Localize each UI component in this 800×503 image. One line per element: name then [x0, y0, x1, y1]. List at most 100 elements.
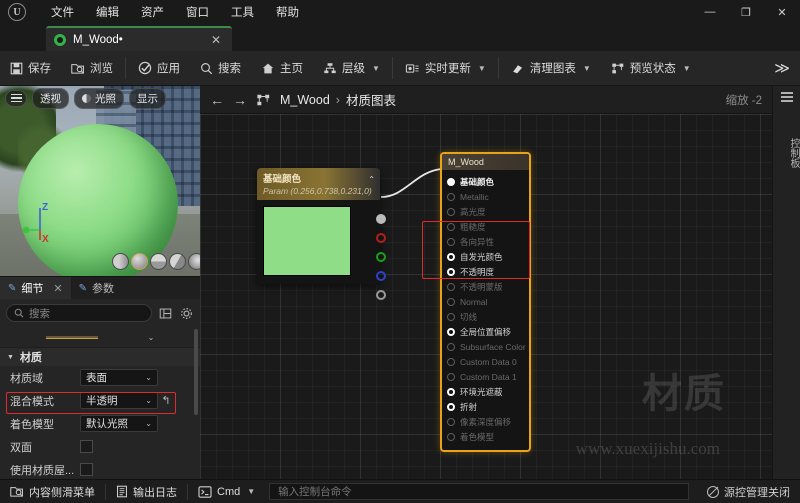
menu-item-window[interactable]: 窗口 — [175, 1, 220, 23]
blend-mode-combo[interactable]: 半透明 ⌄ — [80, 392, 158, 409]
toolbar-save-button[interactable]: 保存 — [0, 51, 61, 86]
material-pin-subsurface-color[interactable]: Subsurface Color — [442, 339, 529, 354]
lit-icon — [82, 93, 91, 103]
toolbar-overflow-button[interactable]: ≫ — [764, 59, 800, 77]
material-preview-viewport[interactable]: Z X 透视 光照 显示 — [0, 86, 200, 276]
menu-item-edit[interactable]: 编辑 — [85, 1, 130, 23]
content-drawer-button[interactable]: 内容侧滑菜单 — [0, 480, 105, 503]
details-section-material[interactable]: ▼ 材质 — [0, 347, 200, 366]
viewport-lit-button[interactable]: 光照 — [74, 87, 124, 109]
pin-rgba[interactable] — [376, 214, 386, 224]
menu-item-tools[interactable]: 工具 — [220, 1, 265, 23]
details-scrollbar[interactable] — [194, 329, 198, 415]
toolbar-clean-graph-button[interactable]: 清理图表 ▼ — [501, 51, 601, 86]
material-pin-emissive-color[interactable]: 自发光颜色 — [442, 249, 529, 264]
material-pin-tangent[interactable]: 切线 — [442, 309, 529, 324]
pin-dot-icon — [447, 402, 455, 411]
material-pin-base-color[interactable]: 基础颜色 — [442, 174, 529, 189]
viewport-menu-icon[interactable] — [5, 89, 27, 107]
details-color-preview-row: ⌄ — [0, 327, 200, 347]
pin-r[interactable] — [376, 233, 386, 243]
breadcrumb-root[interactable]: M_Wood — [280, 93, 330, 107]
tab-details-close-icon[interactable]: ✕ — [53, 282, 62, 295]
content-drawer-label: 内容侧滑菜单 — [29, 486, 95, 499]
teapot-preview-button[interactable] — [188, 253, 200, 270]
material-pin-roughness[interactable]: 粗糙度 — [442, 219, 529, 234]
graph-back-button[interactable]: ← — [210, 92, 224, 108]
graph-breadcrumb: M_Wood › 材质图表 — [280, 90, 396, 109]
tab-details[interactable]: ✎ 细节 ✕ — [0, 277, 71, 299]
viewport-perspective-button[interactable]: 透视 — [32, 87, 69, 109]
tab-m-wood[interactable]: M_Wood• ✕ — [46, 26, 232, 51]
material-pin-custom-data-1[interactable]: Custom Data 1 — [442, 369, 529, 384]
breadcrumb-current[interactable]: 材质图表 — [346, 90, 396, 109]
material-pin-world-position-offset[interactable]: 全局位置偏移 — [442, 324, 529, 339]
material-pin-label: 像素深度偏移 — [460, 416, 512, 427]
material-pin-normal[interactable]: Normal — [442, 294, 529, 309]
two-sided-checkbox[interactable] — [80, 440, 93, 453]
material-pin-shading-model[interactable]: 着色模型 — [442, 429, 529, 444]
menu-item-asset[interactable]: 资产 — [130, 1, 175, 23]
material-pin-refraction[interactable]: 折射 — [442, 399, 529, 414]
material-domain-combo[interactable]: 表面 ⌄ — [80, 369, 158, 386]
material-node-header[interactable]: M_Wood — [442, 154, 529, 170]
material-pin-label: Custom Data 1 — [460, 371, 517, 382]
param-node-title: 基础颜色 — [263, 174, 302, 185]
menu-item-help[interactable]: 帮助 — [265, 1, 310, 23]
material-pin-ambient-occlusion[interactable]: 环境光遮蔽 — [442, 384, 529, 399]
use-material-attributes-checkbox[interactable] — [80, 463, 93, 476]
settings-gear-icon[interactable] — [178, 305, 194, 321]
maximize-button[interactable]: ❐ — [728, 0, 764, 24]
material-pin-opacity[interactable]: 不透明度 — [442, 264, 529, 279]
material-pin-pixel-depth-offset[interactable]: 像素深度偏移 — [442, 414, 529, 429]
tab-parameters[interactable]: ✎ 参数 — [71, 277, 122, 299]
toolbar-live-update-button[interactable]: 实时更新 ▼ — [395, 51, 496, 86]
param-color-swatch[interactable] — [263, 206, 351, 276]
node-base-color-param[interactable]: 基础颜色 Param (0.256,0.738,0.231,0) ⌃ — [257, 168, 386, 300]
material-pin-anisotropy[interactable]: 各向异性 — [442, 234, 529, 249]
pin-b[interactable] — [376, 271, 386, 281]
material-pin-metallic[interactable]: Metallic — [442, 189, 529, 204]
pin-a[interactable] — [376, 290, 386, 300]
output-log-button[interactable]: 输出日志 — [106, 480, 187, 503]
graph-canvas[interactable]: 基础颜色 Param (0.256,0.738,0.231,0) ⌃ M_Woo… — [200, 114, 772, 479]
toolbar-hierarchy-button[interactable]: 层级 ▼ — [313, 51, 390, 86]
main-toolbar: 保存 浏览 应用 搜索 主页 层级 ▼ 实时更新 ▼ 清理图表 ▼ 预览状态 ▼… — [0, 51, 800, 86]
cmd-button[interactable]: Cmd ▼ — [188, 480, 265, 503]
viewport-show-button[interactable]: 显示 — [129, 87, 166, 109]
toolbar-search-button[interactable]: 搜索 — [190, 51, 251, 86]
details-panel: ✎ 细节 ✕ ✎ 参数 搜索 ⌄ ▼ 材质 材质域 表面 ⌄ 混合模式 半透明 … — [0, 276, 200, 479]
shading-model-combo[interactable]: 默认光照 ⌄ — [80, 415, 158, 432]
tab-close-icon[interactable]: ✕ — [208, 33, 224, 47]
close-button[interactable]: ✕ — [764, 0, 800, 24]
material-pin-custom-data-0[interactable]: Custom Data 0 — [442, 354, 529, 369]
grid-view-icon[interactable] — [157, 305, 173, 321]
title-bar: U 文件 编辑 资产 窗口 工具 帮助 — ❐ ✕ — [0, 0, 800, 24]
toolbar-preview-state-button[interactable]: 预览状态 ▼ — [601, 51, 701, 86]
details-search-input[interactable]: 搜索 — [6, 304, 152, 322]
material-pin-opacity-mask[interactable]: 不透明蒙版 — [442, 279, 529, 294]
pin-g[interactable] — [376, 252, 386, 262]
toolbar-browse-button[interactable]: 浏览 — [61, 51, 123, 86]
material-pin-label: Normal — [460, 296, 488, 307]
toolbar-apply-button[interactable]: 应用 — [128, 51, 190, 86]
chevron-down-icon[interactable]: ⌄ — [148, 333, 155, 342]
chevron-up-icon[interactable]: ⌃ — [368, 175, 375, 184]
plane-preview-button[interactable] — [150, 253, 167, 270]
blend-mode-reset-icon[interactable]: ↰ — [158, 394, 174, 407]
toolbar-home-button[interactable]: 主页 — [251, 51, 313, 86]
cylinder-preview-button[interactable] — [112, 253, 129, 270]
graph-forward-button[interactable]: → — [233, 92, 247, 108]
minimize-button[interactable]: — — [692, 0, 728, 24]
menu-item-file[interactable]: 文件 — [40, 1, 85, 23]
cube-preview-button[interactable] — [169, 253, 186, 270]
param-node-header[interactable]: 基础颜色 Param (0.256,0.738,0.231,0) ⌃ — [257, 168, 380, 200]
palette-sidebar[interactable]: 控制板 — [772, 86, 800, 479]
console-command-input[interactable]: 输入控制台命令 — [269, 483, 689, 500]
node-m-wood-material[interactable]: M_Wood 基础颜色 Metallic 高光度 粗糙度 各向异性 自发光颜色 … — [440, 152, 531, 452]
sphere-preview-button[interactable] — [131, 253, 148, 270]
material-pin-specular[interactable]: 高光度 — [442, 204, 529, 219]
material-color-bar[interactable] — [45, 335, 98, 339]
source-control-status[interactable]: 源控管理关闭 — [697, 484, 800, 500]
material-pin-label: 全局位置偏移 — [460, 326, 512, 337]
